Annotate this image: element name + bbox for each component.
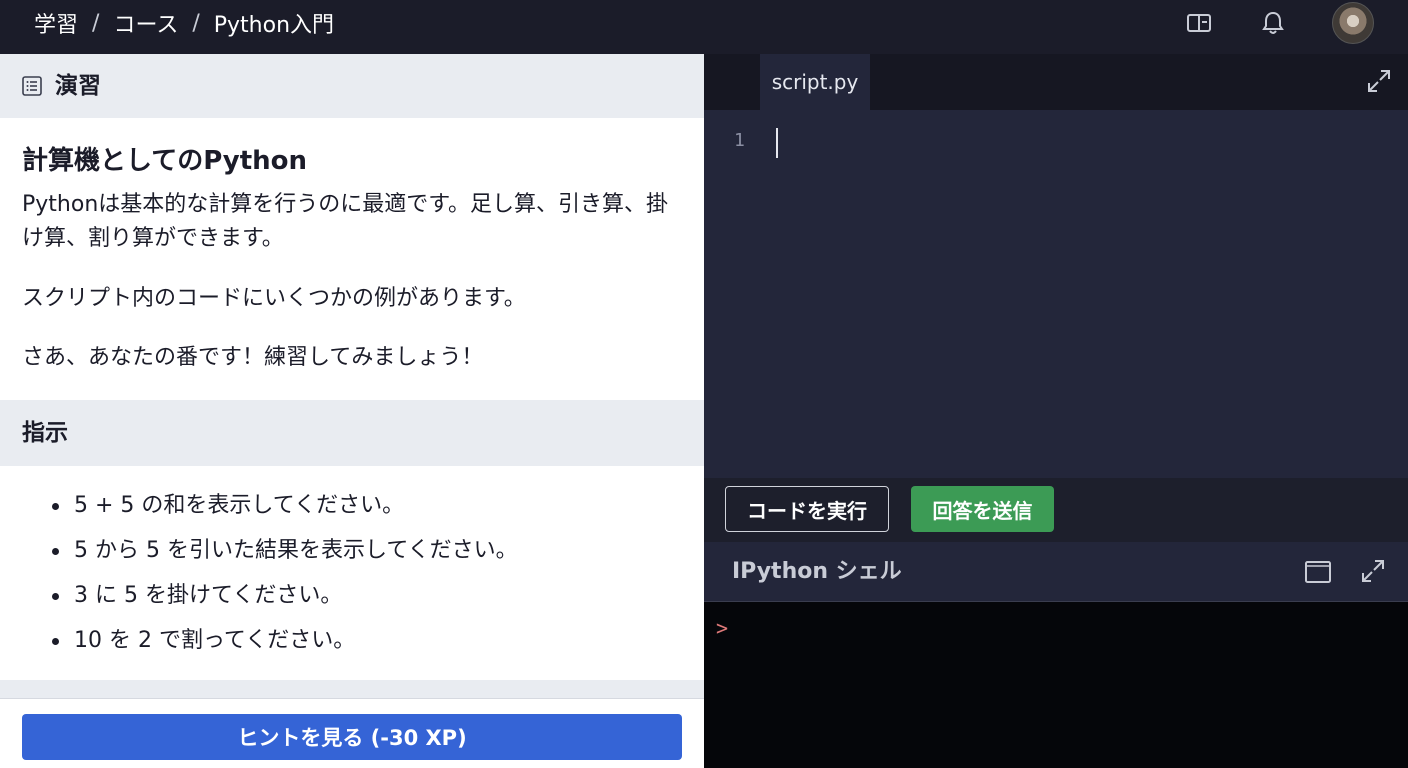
show-hint-button[interactable]: ヒントを見る (-30 XP) [22, 714, 682, 760]
breadcrumb-learn[interactable]: 学習 [34, 7, 78, 39]
submit-answer-button[interactable]: 回答を送信 [911, 486, 1054, 532]
instruction-item: 10 を 2 で割ってください。 [22, 619, 682, 664]
hint-footer: ヒントを見る (-30 XP) [0, 698, 704, 768]
exercise-paragraph: スクリプト内のコードにいくつかの例があります。 [22, 286, 526, 311]
ipython-console[interactable]: > [704, 602, 1408, 768]
instruction-item: 3 に 5 を掛けてください。 [22, 574, 682, 619]
exercise-panel: 演習 計算機としてのPython Pythonは基本的な計算を行うのに最適です。… [0, 54, 704, 768]
exercise-section-label: 演習 [55, 73, 101, 99]
text-cursor [776, 128, 778, 158]
user-avatar[interactable] [1332, 2, 1374, 44]
book-open-icon[interactable] [1179, 0, 1219, 46]
instructions-list: 5 + 5 の和を表示してください。 5 から 5 を引いた結果を表示してくださ… [22, 484, 682, 664]
exercise-paragraph: さあ、あなたの番です！練習してみましょう！ [22, 345, 484, 370]
breadcrumb-current-course[interactable]: Python入門 [214, 7, 334, 39]
run-code-button[interactable]: コードを実行 [725, 486, 889, 532]
bell-icon[interactable] [1253, 0, 1293, 46]
shell-header: IPython シェル [704, 542, 1408, 602]
exercise-paragraph: Pythonは基本的な計算を行うのに最適です。足し算、引き算、掛け算、割り算がで… [22, 192, 669, 251]
shell-title: IPython シェル [732, 559, 902, 584]
list-icon [22, 76, 42, 96]
instructions-header: 指示 [0, 400, 704, 466]
code-editor[interactable]: 1 [704, 110, 1408, 478]
breadcrumb-courses[interactable]: コース [113, 7, 178, 39]
editor-actions: コードを実行 回答を送信 [704, 478, 1408, 542]
breadcrumb-separator: / [92, 10, 100, 36]
code-panel: script.py 1 コードを実行 回答を送信 IPython シェル > [704, 54, 1408, 768]
exercise-title: 計算機としてのPython [22, 146, 308, 176]
window-icon[interactable] [1304, 560, 1332, 584]
instruction-item: 5 + 5 の和を表示してください。 [22, 484, 682, 529]
line-number: 1 [734, 130, 745, 151]
instruction-item: 5 から 5 を引いた結果を表示してください。 [22, 529, 682, 574]
divider [0, 680, 704, 698]
exercise-header: 演習 [0, 54, 704, 118]
breadcrumb: 学習 / コース / Python入門 [34, 0, 334, 46]
instructions-section-label: 指示 [22, 420, 68, 446]
tab-script-py[interactable]: script.py [760, 54, 870, 110]
editor-tab-bar: script.py [704, 54, 1408, 110]
expand-icon[interactable] [1366, 68, 1392, 94]
console-prompt: > [716, 616, 729, 640]
expand-icon[interactable] [1360, 558, 1386, 584]
top-bar: 学習 / コース / Python入門 [0, 0, 1408, 54]
breadcrumb-separator: / [192, 10, 200, 36]
